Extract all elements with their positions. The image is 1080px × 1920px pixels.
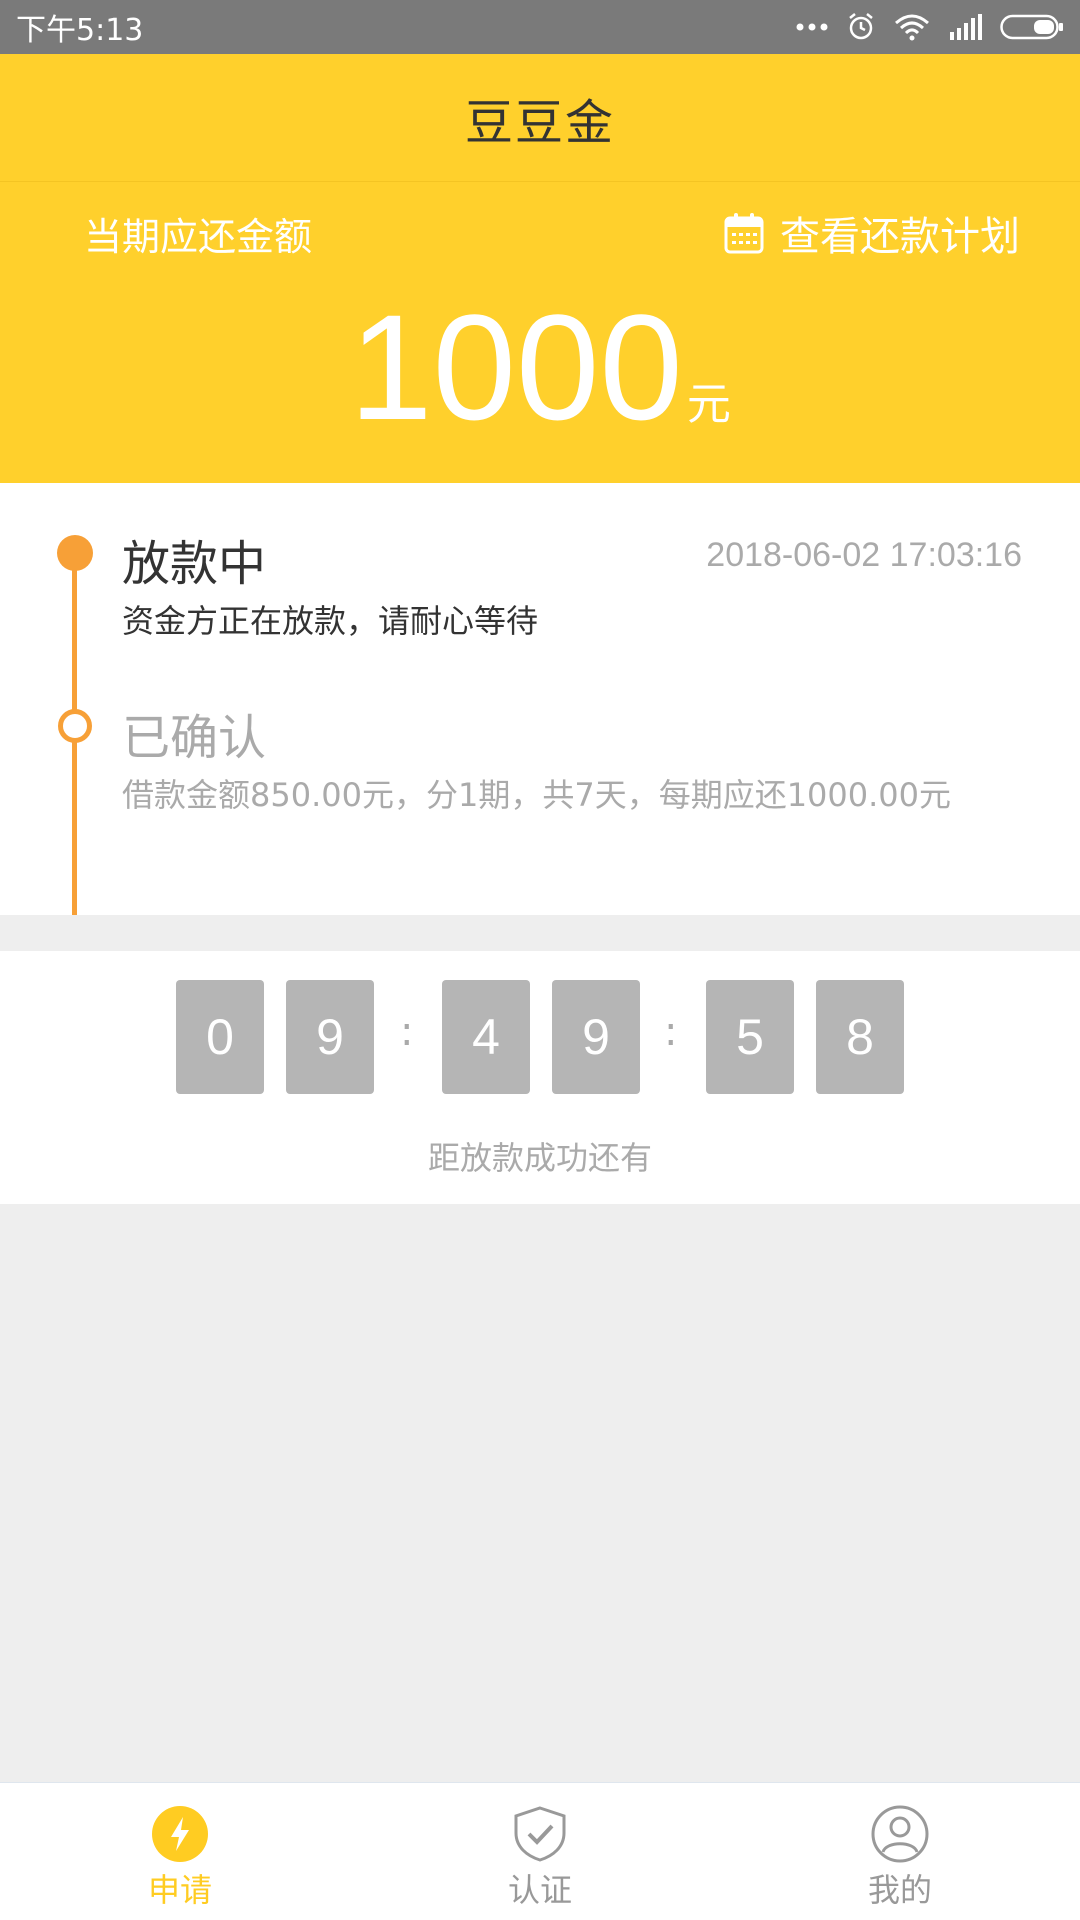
- countdown-digit-minute-tens: 4: [442, 980, 530, 1094]
- status-bar: 下午5:13: [0, 0, 1080, 54]
- countdown-digit-hour-tens: 0: [176, 980, 264, 1094]
- bottom-tab-bar: 申请 认证 我的: [0, 1782, 1080, 1920]
- alarm-icon: [849, 13, 873, 40]
- tab-apply[interactable]: 申请: [80, 1805, 280, 1911]
- step-title-disbursing: 放款中: [122, 536, 267, 592]
- due-amount-value: 1000: [349, 283, 683, 451]
- due-amount-label: 当期应还金额: [84, 215, 313, 259]
- signal-icon: [950, 14, 982, 40]
- shield-check-icon: [514, 1806, 566, 1862]
- lightning-icon: [152, 1806, 208, 1862]
- page-title: 豆豆金: [464, 94, 615, 151]
- status-icons: [796, 12, 1064, 42]
- battery-icon: [1000, 14, 1063, 40]
- view-repayment-plan-label: 查看还款计划: [780, 214, 1020, 260]
- due-amount-panel: 当期应还金额 查看还款计划 1000元: [0, 182, 1080, 483]
- tab-mine-label: 我的: [867, 1871, 932, 1909]
- countdown-digit-hour-ones: 9: [286, 980, 374, 1094]
- countdown-digit-second-ones: 8: [816, 980, 904, 1094]
- due-amount-unit: 元: [686, 379, 731, 430]
- user-icon: [871, 1805, 929, 1863]
- countdown-digit-minute-ones: 9: [552, 980, 640, 1094]
- due-amount: 1000元: [0, 292, 1080, 442]
- tab-apply-label: 申请: [147, 1871, 212, 1909]
- countdown-separator: :: [664, 1009, 678, 1055]
- countdown-separator: :: [400, 1009, 414, 1055]
- countdown-digit-second-tens: 5: [706, 980, 794, 1094]
- step-timestamp: 2018-06-02 17:03:16: [706, 536, 1022, 574]
- calendar-icon: [724, 213, 764, 254]
- countdown-label: 距放款成功还有: [427, 1139, 652, 1177]
- view-repayment-plan-button[interactable]: 查看还款计划: [724, 204, 1020, 262]
- app-header: 豆豆金: [0, 54, 1080, 182]
- step-title-confirmed: 已确认: [122, 710, 267, 766]
- tab-mine[interactable]: 我的: [800, 1805, 1000, 1911]
- countdown-panel: 0 9 : 4 9 : 5 8 距放款成功还有: [0, 951, 1080, 1204]
- step-desc-confirmed: 借款金额850.00元，分1期，共7天，每期应还1000.00元: [122, 776, 952, 814]
- step-desc-disbursing: 资金方正在放款，请耐心等待: [122, 602, 539, 640]
- more-dots-icon: [796, 23, 828, 31]
- wifi-icon: [895, 14, 929, 41]
- status-time: 下午5:13: [16, 13, 144, 48]
- tab-verify[interactable]: 认证: [440, 1805, 640, 1911]
- timeline-dot-done: [58, 709, 92, 743]
- timeline-dot-active: [57, 535, 93, 571]
- tab-verify-label: 认证: [507, 1871, 572, 1909]
